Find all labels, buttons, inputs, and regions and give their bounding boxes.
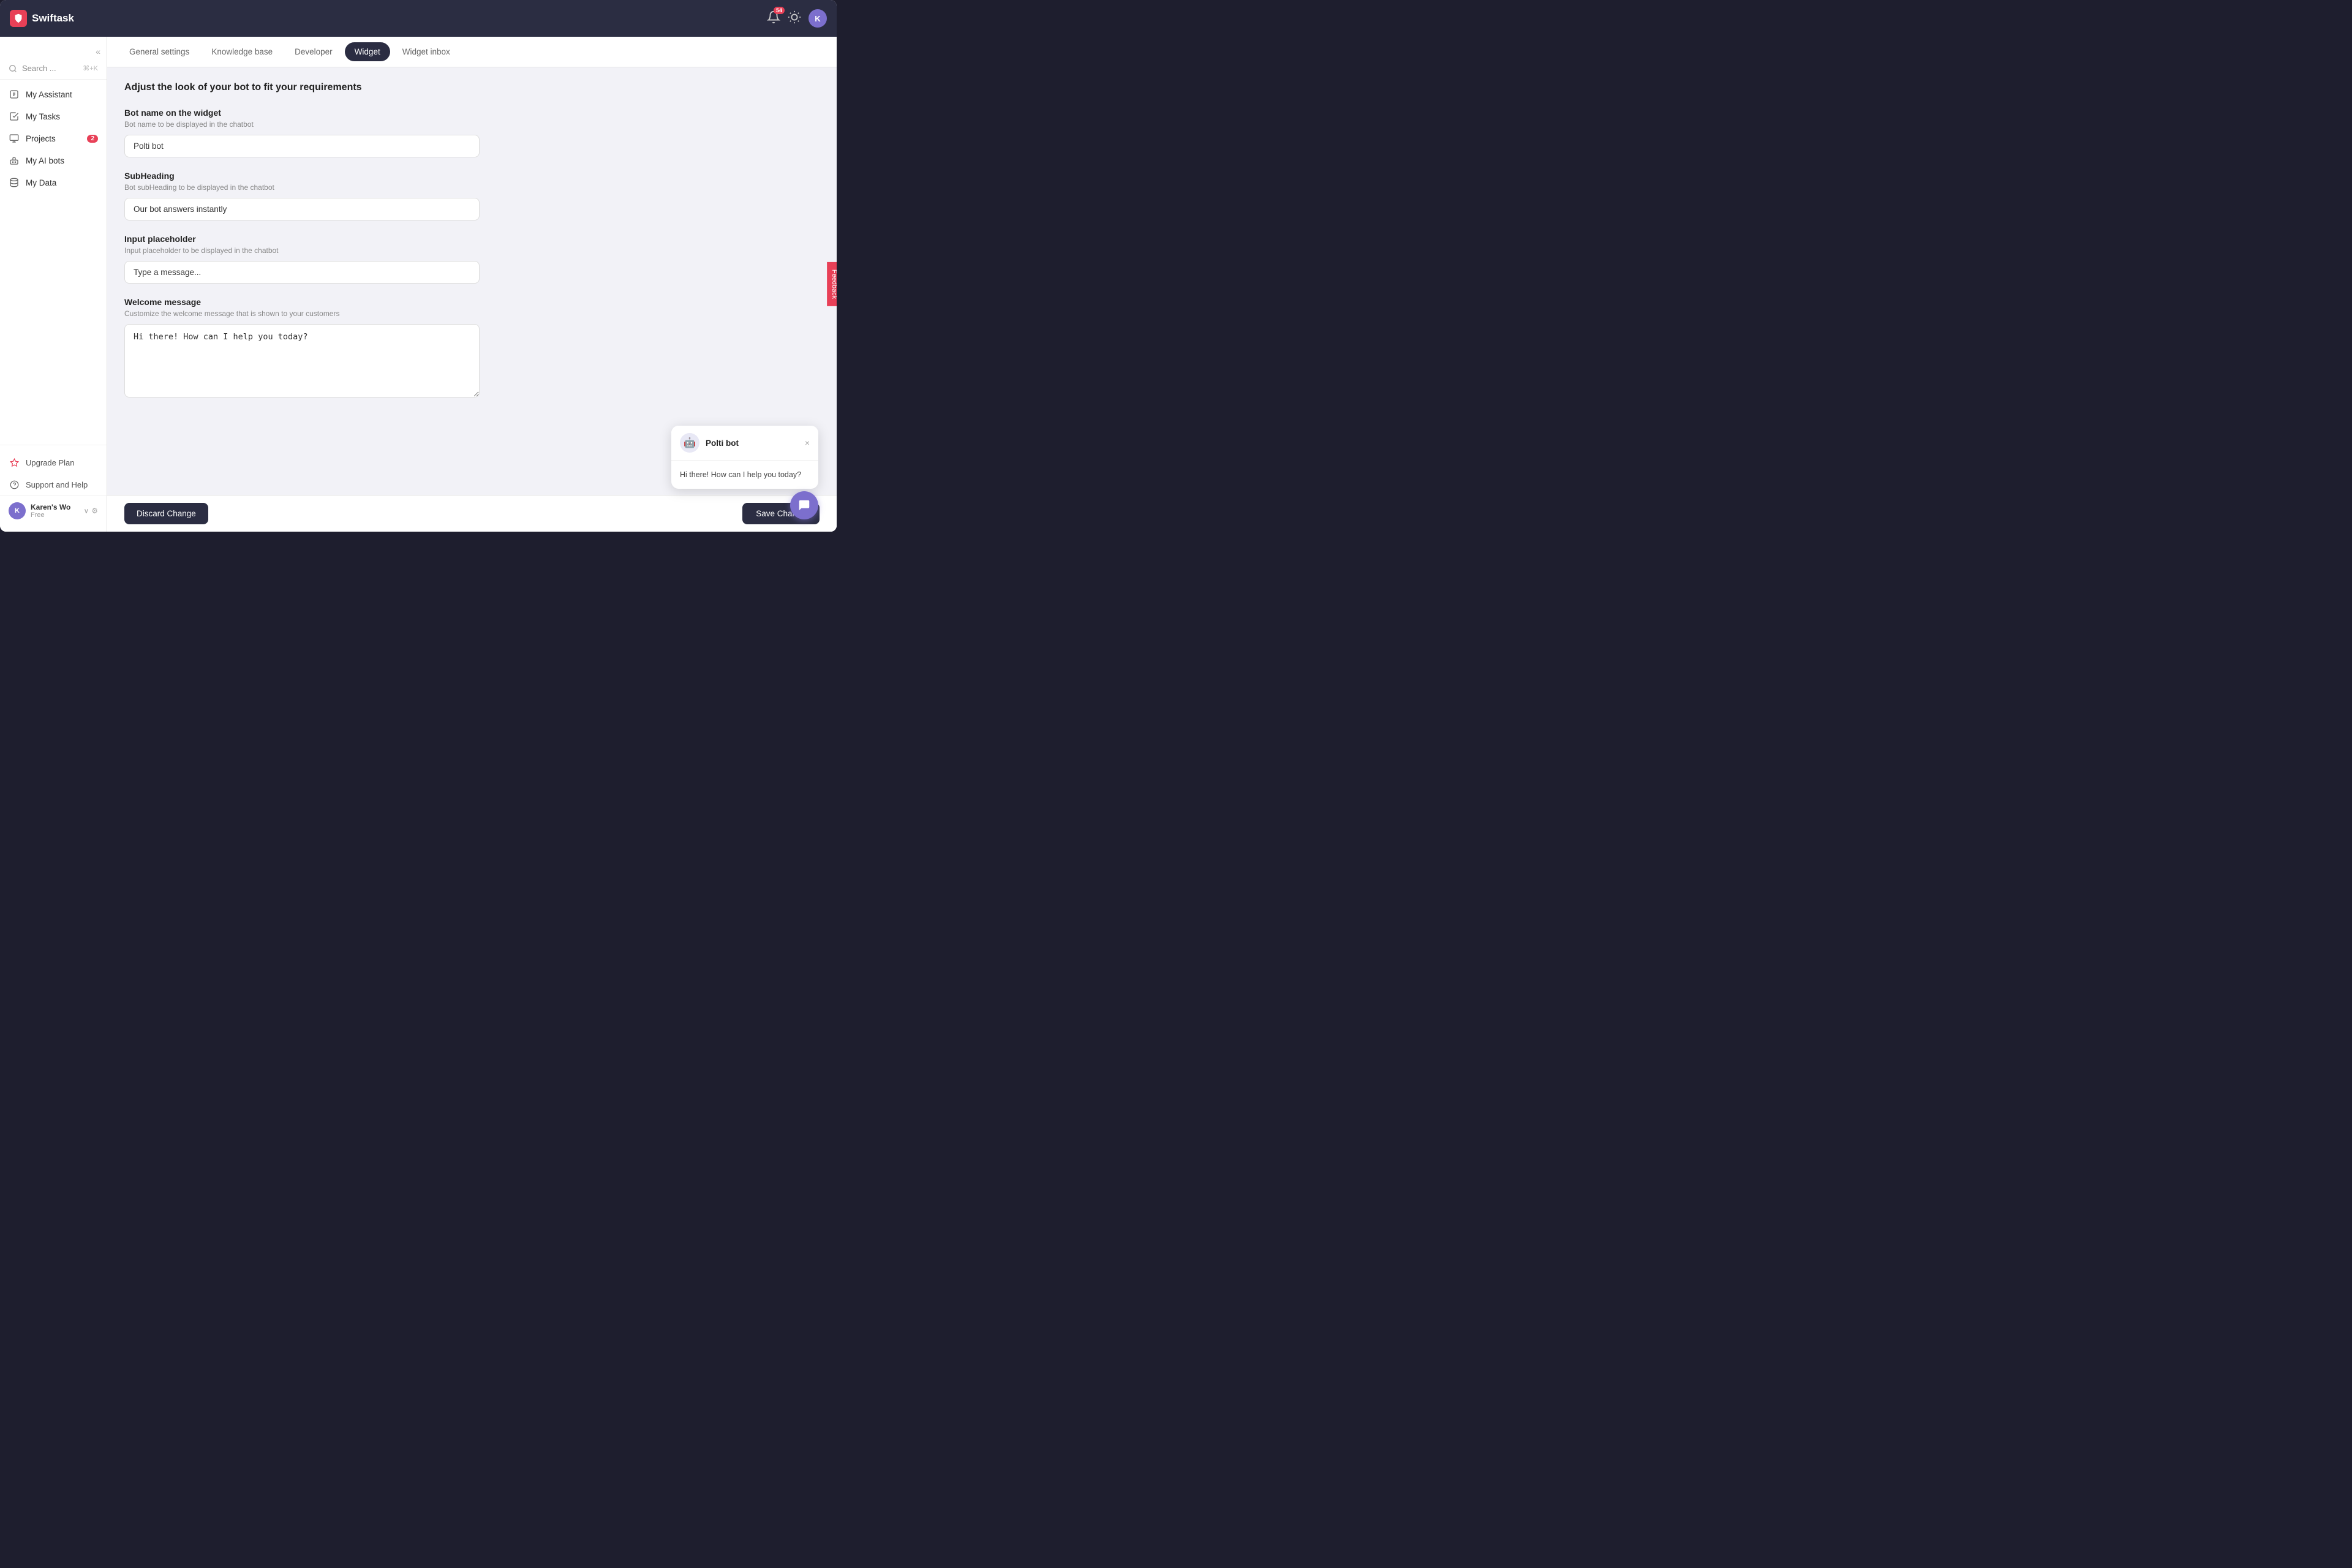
- form-section-input-placeholder: Input placeholder Input placeholder to b…: [124, 234, 820, 284]
- support-icon: [9, 479, 20, 490]
- form-section-subheading: SubHeading Bot subHeading to be displaye…: [124, 171, 820, 221]
- user-avatar-sidebar: K: [9, 502, 26, 519]
- topbar-left: Swiftask: [10, 10, 74, 27]
- topbar-right: 54 K: [767, 9, 827, 28]
- user-avatar-topbar[interactable]: K: [809, 9, 827, 28]
- projects-icon: [9, 133, 20, 144]
- form-section-welcome-message: Welcome message Customize the welcome me…: [124, 297, 820, 401]
- upgrade-icon: [9, 457, 20, 468]
- sidebar-item-my-data[interactable]: My Data: [0, 172, 107, 194]
- user-dropdown-icon[interactable]: ∨: [83, 507, 89, 515]
- sidebar-item-label-projects: Projects: [26, 134, 56, 143]
- assistant-icon: [9, 89, 20, 100]
- input-placeholder-sublabel: Input placeholder to be displayed in the…: [124, 246, 820, 255]
- tab-general-settings[interactable]: General settings: [119, 42, 199, 61]
- chat-fab-button[interactable]: [790, 491, 818, 519]
- bot-name-label: Bot name on the widget: [124, 108, 820, 118]
- bot-name-input[interactable]: [124, 135, 480, 157]
- sidebar-top: « Search ... ⌘+K My Assistant: [0, 37, 107, 445]
- bots-icon: [9, 155, 20, 166]
- tab-widget[interactable]: Widget: [345, 42, 390, 61]
- form-title: Adjust the look of your bot to fit your …: [124, 82, 820, 93]
- search-shortcut: ⌘+K: [83, 64, 98, 72]
- chat-widget-header: 🤖 Polti bot ×: [671, 426, 818, 461]
- discard-change-button[interactable]: Discard Change: [124, 503, 208, 524]
- search-icon: [9, 64, 17, 73]
- topbar: Swiftask 54 K: [0, 0, 837, 37]
- user-section[interactable]: K Karen's Wo Free ∨ ⚙: [0, 496, 107, 526]
- sidebar-item-my-ai-bots[interactable]: My AI bots: [0, 149, 107, 172]
- user-info: Karen's Wo Free: [31, 503, 78, 519]
- projects-badge: 2: [87, 135, 98, 143]
- sidebar-item-projects[interactable]: Projects 2: [0, 127, 107, 149]
- tabs-bar: General settings Knowledge base Develope…: [107, 37, 837, 67]
- user-actions: ∨ ⚙: [83, 507, 98, 515]
- sidebar-item-support-and-help[interactable]: Support and Help: [0, 473, 107, 496]
- welcome-message-sublabel: Customize the welcome message that is sh…: [124, 309, 820, 318]
- sidebar: « Search ... ⌘+K My Assistant: [0, 37, 107, 532]
- sidebar-item-my-assistant[interactable]: My Assistant: [0, 83, 107, 105]
- chat-widget-message: Hi there! How can I help you today?: [680, 470, 801, 479]
- subheading-label: SubHeading: [124, 171, 820, 181]
- welcome-message-label: Welcome message: [124, 297, 820, 307]
- tab-developer[interactable]: Developer: [285, 42, 342, 61]
- weather-icon[interactable]: [788, 10, 801, 27]
- app-title: Swiftask: [32, 12, 74, 24]
- sidebar-item-my-tasks[interactable]: My Tasks: [0, 105, 107, 127]
- main-layout: « Search ... ⌘+K My Assistant: [0, 37, 837, 532]
- input-placeholder-label: Input placeholder: [124, 234, 820, 244]
- feedback-tab[interactable]: Feedback: [827, 262, 837, 306]
- app-logo: [10, 10, 27, 27]
- chat-bot-icon: 🤖: [680, 433, 699, 453]
- sidebar-item-label-my-tasks: My Tasks: [26, 112, 60, 121]
- user-plan: Free: [31, 511, 78, 519]
- sidebar-nav: My Assistant My Tasks Projec: [0, 80, 107, 197]
- bot-name-sublabel: Bot name to be displayed in the chatbot: [124, 120, 820, 129]
- sidebar-item-label-my-assistant: My Assistant: [26, 90, 72, 99]
- search-text: Search ...: [22, 64, 78, 73]
- user-name: Karen's Wo: [31, 503, 78, 511]
- chat-fab-icon: [797, 499, 811, 512]
- content-wrapper: General settings Knowledge base Develope…: [107, 37, 837, 532]
- notifications-icon[interactable]: 54: [767, 10, 780, 27]
- subheading-input[interactable]: [124, 198, 480, 221]
- sidebar-bottom: Upgrade Plan Support and Help K Karen's …: [0, 445, 107, 532]
- user-settings-icon[interactable]: ⚙: [91, 507, 98, 515]
- sidebar-item-label-my-ai-bots: My AI bots: [26, 156, 64, 165]
- chat-widget-body: Hi there! How can I help you today?: [671, 461, 818, 489]
- search-bar[interactable]: Search ... ⌘+K: [0, 60, 107, 80]
- welcome-message-textarea[interactable]: Hi there! How can I help you today?: [124, 324, 480, 398]
- upgrade-plan-label: Upgrade Plan: [26, 458, 75, 467]
- support-and-help-label: Support and Help: [26, 480, 88, 489]
- subheading-sublabel: Bot subHeading to be displayed in the ch…: [124, 183, 820, 192]
- chat-widget-popup: 🤖 Polti bot × Hi there! How can I help y…: [671, 426, 818, 489]
- data-icon: [9, 177, 20, 188]
- sidebar-item-upgrade-plan[interactable]: Upgrade Plan: [0, 451, 107, 473]
- sidebar-collapse[interactable]: «: [0, 43, 107, 60]
- tasks-icon: [9, 111, 20, 122]
- chat-widget-bot-name: Polti bot: [706, 439, 799, 448]
- form-section-bot-name: Bot name on the widget Bot name to be di…: [124, 108, 820, 157]
- chat-widget-close-button[interactable]: ×: [805, 438, 810, 448]
- collapse-icon[interactable]: «: [96, 47, 100, 56]
- tab-knowledge-base[interactable]: Knowledge base: [202, 42, 282, 61]
- tab-widget-inbox[interactable]: Widget inbox: [393, 42, 460, 61]
- sidebar-item-label-my-data: My Data: [26, 178, 56, 187]
- notification-badge: 54: [774, 7, 785, 14]
- input-placeholder-input[interactable]: [124, 261, 480, 284]
- bottom-bar: Discard Change Save Change: [107, 495, 837, 532]
